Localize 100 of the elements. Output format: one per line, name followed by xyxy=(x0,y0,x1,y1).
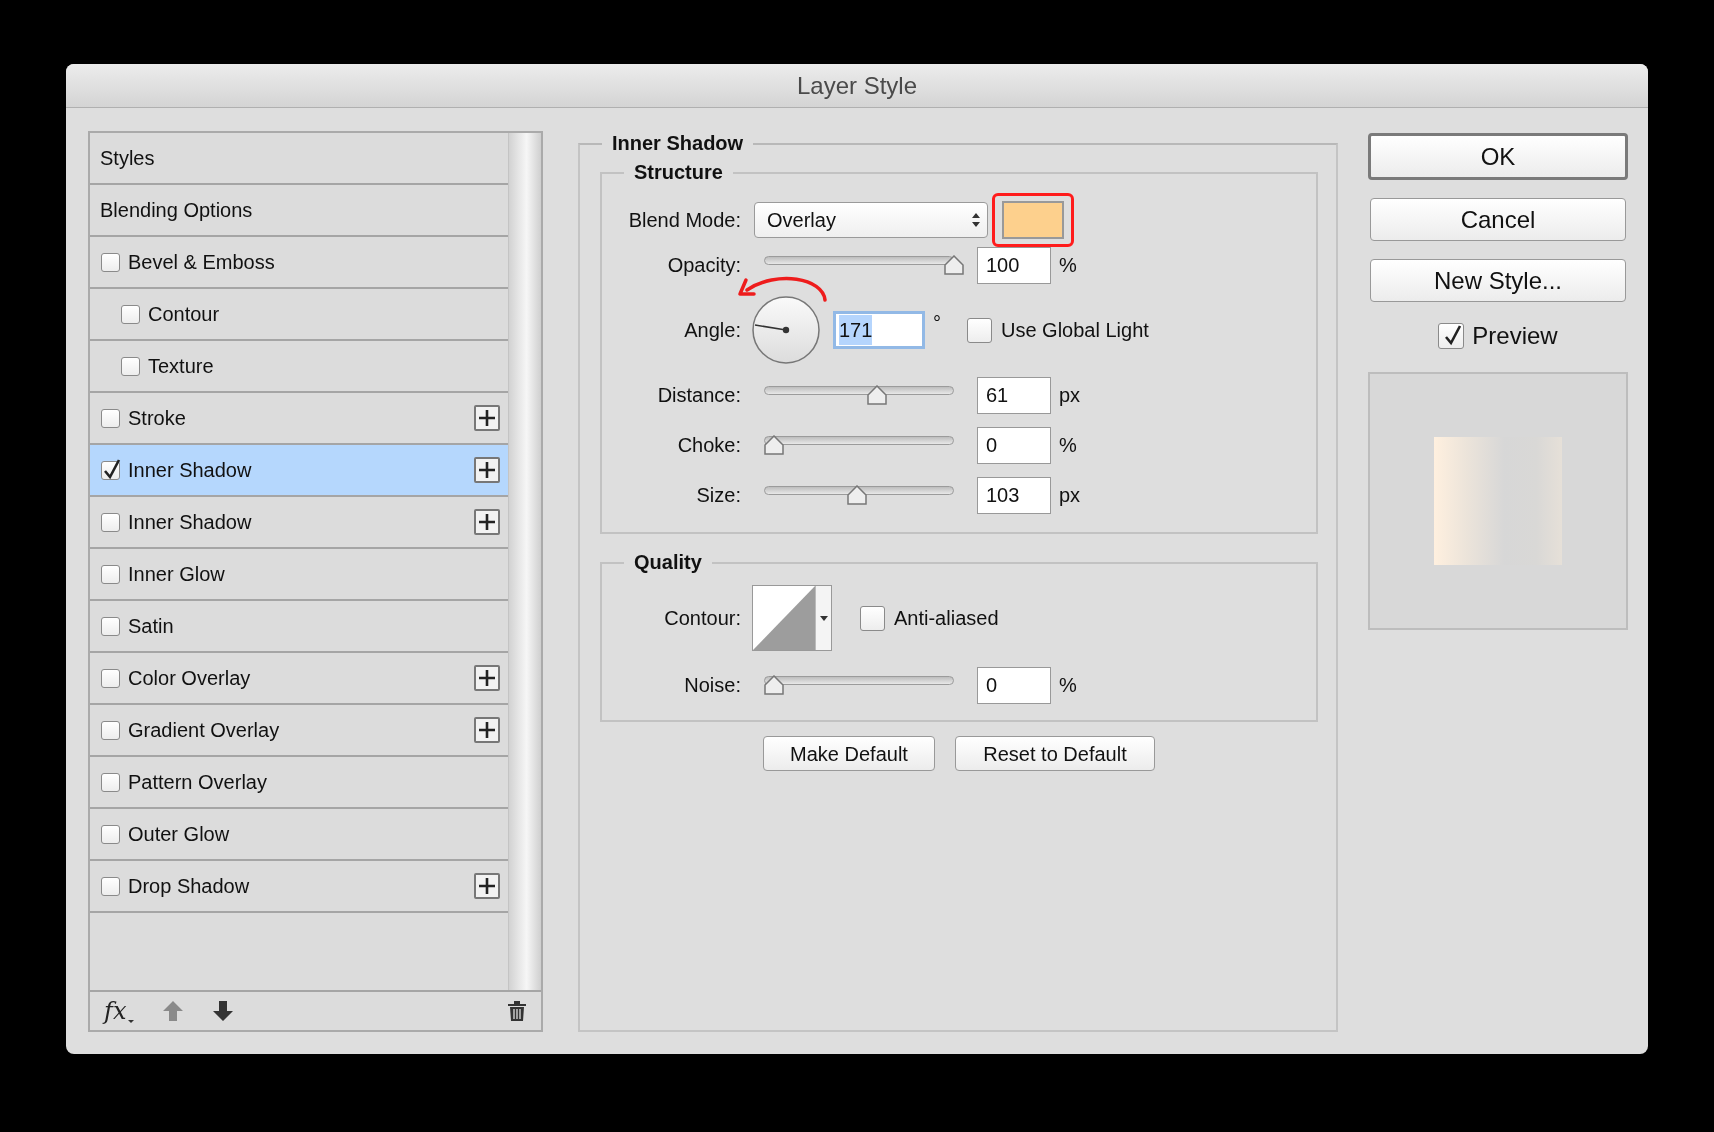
style-list-item[interactable]: Inner Shadow xyxy=(90,445,508,497)
checkbox[interactable] xyxy=(121,356,140,376)
plus-icon xyxy=(478,669,496,687)
caret-icon xyxy=(819,615,828,621)
style-list-item[interactable]: Outer Glow xyxy=(90,809,508,861)
add-button[interactable] xyxy=(474,509,500,535)
checkbox[interactable] xyxy=(101,252,120,272)
style-list-item[interactable]: Color Overlay xyxy=(90,653,508,705)
slider-thumb[interactable] xyxy=(845,485,868,505)
add-button[interactable] xyxy=(474,665,500,691)
dialog-button[interactable]: New Style... xyxy=(1370,259,1626,302)
number-field[interactable]: 0 xyxy=(977,666,1051,704)
checkbox[interactable] xyxy=(860,605,885,631)
slider-thumb[interactable] xyxy=(763,675,785,695)
updown-icon xyxy=(971,212,981,228)
style-list-item[interactable]: Inner Glow xyxy=(90,549,508,601)
field-label: Blend Mode: xyxy=(627,208,741,233)
checkbox[interactable] xyxy=(101,564,120,584)
slider-thumb[interactable] xyxy=(943,255,965,275)
style-label: Texture xyxy=(148,354,215,379)
caret-icon xyxy=(128,1020,135,1023)
field-label: Noise: xyxy=(683,673,741,698)
slider-thumb[interactable] xyxy=(865,385,888,405)
unit-label: px xyxy=(1059,383,1081,408)
action-button[interactable]: Make Default xyxy=(763,736,935,771)
checkbox[interactable] xyxy=(101,668,120,688)
slider-thumb[interactable] xyxy=(763,435,785,455)
angle-dial[interactable] xyxy=(751,295,821,365)
field-label: Distance: xyxy=(656,383,741,408)
checkbox-label: Use Global Light xyxy=(1001,318,1149,343)
style-list-item[interactable]: Inner Shadow xyxy=(90,497,508,549)
plus-icon xyxy=(478,409,496,427)
add-button[interactable] xyxy=(474,717,500,743)
field-label: Contour: xyxy=(663,606,741,631)
down-arrow-icon[interactable] xyxy=(212,1000,235,1022)
style-list-item[interactable]: Texture xyxy=(90,341,508,393)
checkbox[interactable] xyxy=(101,772,120,792)
checkbox[interactable] xyxy=(101,876,120,896)
unit-label: % xyxy=(1059,673,1077,698)
style-label: Pattern Overlay xyxy=(128,770,268,795)
style-label: Color Overlay xyxy=(128,666,252,691)
style-list-item[interactable]: Drop Shadow xyxy=(90,861,508,913)
style-list-item[interactable]: Satin xyxy=(90,601,508,653)
dialog-button[interactable]: Cancel xyxy=(1370,198,1626,241)
field-label: Size: xyxy=(695,483,741,508)
checkbox[interactable] xyxy=(1438,323,1465,349)
plus-icon xyxy=(478,721,496,739)
style-label: Gradient Overlay xyxy=(128,718,281,743)
trash-icon[interactable] xyxy=(507,1000,527,1022)
blend-mode-select[interactable]: Overlay xyxy=(754,202,988,238)
checkbox[interactable] xyxy=(101,616,120,636)
style-label: Inner Shadow xyxy=(128,458,253,483)
angle-field[interactable]: 171 xyxy=(833,311,925,349)
dialog-button[interactable]: OK xyxy=(1368,133,1628,180)
plus-icon xyxy=(478,461,496,479)
style-list-item[interactable]: Pattern Overlay xyxy=(90,757,508,809)
window-title: Layer Style xyxy=(796,70,918,101)
checkbox[interactable] xyxy=(101,512,120,532)
style-label: Inner Glow xyxy=(128,562,226,587)
style-label: Satin xyxy=(128,614,175,639)
style-label: Stroke xyxy=(128,406,187,431)
checkbox-label: Anti-aliased xyxy=(894,606,999,631)
checkbox[interactable] xyxy=(101,824,120,844)
checkbox[interactable] xyxy=(121,304,140,324)
field-label: Opacity: xyxy=(666,253,741,278)
style-list-item[interactable]: Gradient Overlay xyxy=(90,705,508,757)
number-field[interactable]: 100 xyxy=(977,246,1051,284)
field-label: Angle: xyxy=(683,318,741,343)
style-label: Drop Shadow xyxy=(128,874,251,899)
number-field[interactable]: 0 xyxy=(977,426,1051,464)
style-label: Blending Options xyxy=(100,198,254,223)
add-button[interactable] xyxy=(474,405,500,431)
unit-label: px xyxy=(1059,483,1081,508)
add-button[interactable] xyxy=(474,457,500,483)
field-label: Choke: xyxy=(676,433,741,458)
checkbox[interactable] xyxy=(967,317,992,343)
style-list-item[interactable]: Bevel & Emboss xyxy=(90,237,508,289)
degree-label: ° xyxy=(933,311,941,336)
unit-label: % xyxy=(1059,433,1077,458)
unit-label: % xyxy=(1059,253,1077,278)
style-label: Styles xyxy=(100,146,156,171)
style-label: Contour xyxy=(148,302,221,327)
contour-curve-icon xyxy=(753,586,815,650)
color-swatch[interactable] xyxy=(1002,201,1064,239)
plus-icon xyxy=(478,877,496,895)
contour-picker[interactable] xyxy=(752,585,832,651)
number-field[interactable]: 103 xyxy=(977,476,1051,514)
plus-icon xyxy=(478,513,496,531)
add-button[interactable] xyxy=(474,873,500,899)
style-list-item[interactable]: Contour xyxy=(90,289,508,341)
effects-button[interactable]: fx xyxy=(104,999,135,1023)
style-label: Bevel & Emboss xyxy=(128,250,276,275)
number-field[interactable]: 61 xyxy=(977,376,1051,414)
angle-value: 171 xyxy=(839,315,873,345)
action-button[interactable]: Reset to Default xyxy=(955,736,1155,771)
style-label: Inner Shadow xyxy=(128,510,253,535)
style-label: Outer Glow xyxy=(128,822,231,847)
checkbox[interactable] xyxy=(101,408,120,428)
checkbox[interactable] xyxy=(101,720,120,740)
checkbox[interactable] xyxy=(101,460,120,480)
